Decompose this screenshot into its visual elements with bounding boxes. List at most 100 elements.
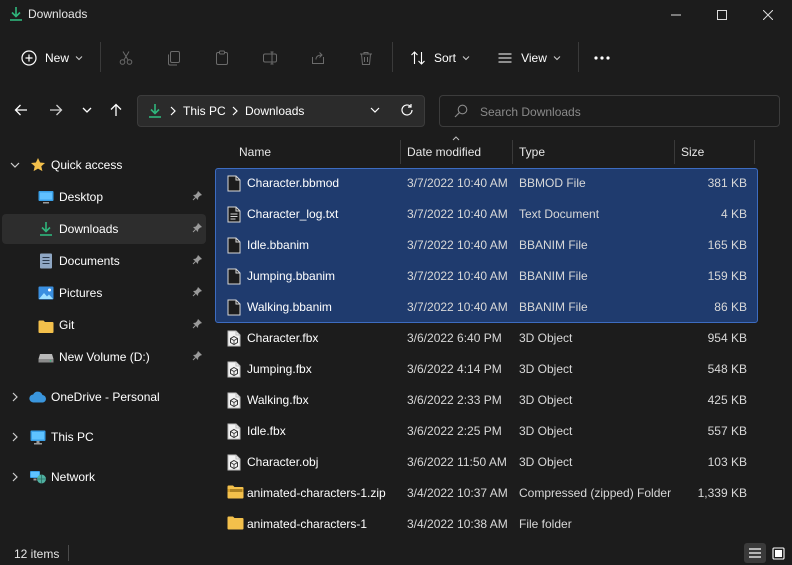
chevron-right-icon[interactable] bbox=[6, 428, 24, 446]
sidebar-item-new-volume[interactable]: New Volume (D:) bbox=[2, 342, 206, 372]
sidebar-item-network[interactable]: Network bbox=[2, 462, 206, 492]
copy-button[interactable] bbox=[158, 42, 190, 74]
details-view-button[interactable] bbox=[744, 543, 766, 563]
file-icon bbox=[227, 268, 243, 286]
sidebar-item-git[interactable]: Git bbox=[2, 310, 206, 340]
back-button[interactable] bbox=[8, 96, 34, 124]
breadcrumb-separator-icon bbox=[170, 106, 176, 116]
pin-icon bbox=[192, 222, 203, 233]
column-divider[interactable] bbox=[400, 140, 401, 164]
network-icon bbox=[29, 468, 47, 486]
new-label: New bbox=[44, 51, 69, 65]
breadcrumb-separator-icon bbox=[232, 106, 238, 116]
3d-object-icon bbox=[227, 361, 243, 379]
file-size: 381 KB bbox=[707, 176, 747, 190]
sidebar-item-label: This PC bbox=[51, 430, 94, 444]
sidebar-item-onedrive[interactable]: OneDrive - Personal bbox=[2, 382, 206, 412]
forward-button[interactable] bbox=[43, 96, 69, 124]
folder-icon bbox=[227, 516, 244, 534]
chevron-down-icon bbox=[462, 56, 470, 61]
file-row[interactable]: animated-characters-1.zip 3/4/2022 10:37 … bbox=[215, 478, 758, 509]
address-bar[interactable]: This PC Downloads bbox=[137, 95, 425, 127]
window-title: Downloads bbox=[28, 7, 88, 21]
recent-locations-button[interactable] bbox=[74, 96, 100, 124]
view-label: View bbox=[521, 51, 547, 65]
delete-button[interactable] bbox=[350, 42, 382, 74]
new-button[interactable]: New bbox=[12, 42, 92, 74]
file-row[interactable]: Character.obj 3/6/2022 11:50 AM 3D Object 1… bbox=[215, 447, 758, 478]
file-row[interactable]: Idle.fbx 3/6/2022 2:25 PM 3D Object 557 KB bbox=[215, 416, 758, 447]
rename-button[interactable] bbox=[254, 42, 286, 74]
file-row[interactable]: Jumping.fbx 3/6/2022 4:14 PM 3D Object 548 … bbox=[215, 354, 758, 385]
file-size: 557 KB bbox=[707, 424, 747, 438]
chevron-right-icon[interactable] bbox=[6, 388, 24, 406]
search-input[interactable]: Search Downloads bbox=[439, 95, 780, 127]
file-row[interactable]: Jumping.bbanim 3/7/2022 10:40 AM BBANIM Fi… bbox=[215, 261, 758, 292]
file-size: 103 KB bbox=[707, 455, 747, 469]
3d-object-icon bbox=[227, 454, 243, 472]
item-count: 12 items bbox=[14, 547, 60, 561]
column-divider[interactable] bbox=[674, 140, 675, 164]
sidebar-item-documents[interactable]: Documents bbox=[2, 246, 206, 276]
file-name: Jumping.bbanim bbox=[247, 269, 336, 283]
minimize-icon bbox=[671, 14, 681, 16]
address-history-chevron-icon[interactable] bbox=[370, 107, 380, 113]
column-divider[interactable] bbox=[512, 140, 513, 164]
sidebar-item-label: Network bbox=[51, 470, 96, 484]
sidebar-item-label: New Volume (D:) bbox=[59, 350, 150, 364]
file-size: 86 KB bbox=[714, 300, 747, 314]
column-divider[interactable] bbox=[754, 140, 755, 164]
file-size: 425 KB bbox=[707, 393, 747, 407]
file-row[interactable]: Idle.bbanim 3/7/2022 10:40 AM BBANIM File 1… bbox=[215, 230, 758, 261]
cut-button[interactable] bbox=[110, 42, 142, 74]
clipboard-icon bbox=[216, 50, 228, 65]
file-row[interactable]: Walking.fbx 3/6/2022 2:33 PM 3D Object 425 … bbox=[215, 385, 758, 416]
file-row[interactable]: Character.bbmod 3/7/2022 10:40 AM BBMOD Fi… bbox=[215, 168, 758, 199]
drive-icon bbox=[37, 349, 55, 367]
file-icon bbox=[227, 237, 243, 255]
sidebar-item-desktop[interactable]: Desktop bbox=[2, 182, 206, 212]
more-options-button[interactable] bbox=[586, 42, 618, 74]
sidebar-item-downloads[interactable]: Downloads bbox=[2, 214, 206, 244]
file-name: Jumping.fbx bbox=[247, 362, 312, 376]
column-header-type[interactable]: Type bbox=[519, 140, 669, 164]
maximize-button[interactable] bbox=[699, 0, 745, 30]
file-date: 3/6/2022 4:14 PM bbox=[407, 362, 502, 376]
column-date-label: Date modified bbox=[407, 145, 482, 159]
sidebar-item-pictures[interactable]: Pictures bbox=[2, 278, 206, 308]
up-button[interactable] bbox=[103, 96, 129, 124]
zip-folder-icon bbox=[227, 485, 244, 503]
file-row[interactable]: Walking.bbanim 3/7/2022 10:40 AM BBANIM Fi… bbox=[215, 292, 758, 323]
column-header-size[interactable]: Size bbox=[681, 140, 751, 164]
sidebar-item-label: Git bbox=[59, 318, 75, 332]
paste-button[interactable] bbox=[206, 42, 238, 74]
minimize-button[interactable] bbox=[653, 0, 699, 30]
download-icon bbox=[8, 6, 24, 22]
3d-object-icon bbox=[227, 423, 243, 441]
file-date: 3/6/2022 2:25 PM bbox=[407, 424, 502, 438]
column-header-date[interactable]: Date modified bbox=[407, 140, 507, 164]
file-row[interactable]: animated-characters-1 3/4/2022 10:38 AM Fi… bbox=[215, 509, 758, 540]
chevron-down-icon[interactable] bbox=[6, 156, 24, 174]
file-date: 3/7/2022 10:40 AM bbox=[407, 238, 508, 252]
file-row[interactable]: Character_log.txt 3/7/2022 10:40 AM Text D… bbox=[215, 199, 758, 230]
sort-button[interactable]: Sort bbox=[402, 42, 478, 74]
sidebar-item-quick-access[interactable]: Quick access bbox=[2, 150, 206, 180]
file-date: 3/4/2022 10:38 AM bbox=[407, 517, 508, 531]
sidebar-item-this-pc[interactable]: This PC bbox=[2, 422, 206, 452]
breadcrumb-downloads[interactable]: Downloads bbox=[245, 104, 304, 118]
file-row[interactable]: Character.fbx 3/6/2022 6:40 PM 3D Object 95… bbox=[215, 323, 758, 354]
tiles-view-button[interactable] bbox=[767, 543, 789, 563]
refresh-icon[interactable] bbox=[400, 103, 414, 117]
star-icon bbox=[29, 156, 47, 174]
column-header-name[interactable]: Name bbox=[239, 140, 397, 164]
file-size: 4 KB bbox=[720, 207, 747, 221]
chevron-right-icon[interactable] bbox=[6, 468, 24, 486]
file-name: Walking.fbx bbox=[247, 393, 309, 407]
sidebar-item-label: OneDrive - Personal bbox=[51, 390, 160, 404]
file-name: Character_log.txt bbox=[247, 207, 339, 221]
view-button[interactable]: View bbox=[489, 42, 569, 74]
close-button[interactable] bbox=[745, 0, 791, 30]
breadcrumb-this-pc[interactable]: This PC bbox=[183, 104, 226, 118]
share-button[interactable] bbox=[302, 42, 334, 74]
